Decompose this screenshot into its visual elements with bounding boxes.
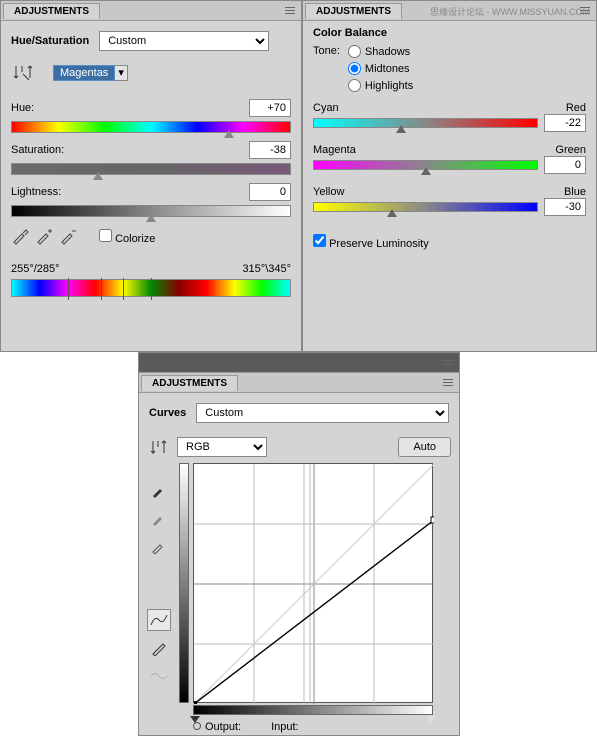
panel-menu-icon[interactable] [283, 5, 297, 17]
cyan-red-slider[interactable] [313, 118, 538, 128]
lightness-slider[interactable] [11, 205, 291, 217]
eyedropper-plus-icon[interactable] [35, 227, 55, 247]
tone-label: Tone: [313, 45, 340, 57]
edit-dropdown[interactable]: Magentas [53, 65, 115, 81]
hs-tab-bar: ADJUSTMENTS [1, 1, 301, 21]
magenta-label: Magenta [313, 144, 356, 156]
eyedropper-icon[interactable] [11, 227, 31, 247]
cyan-red-input[interactable] [544, 114, 586, 132]
hs-preset-select[interactable]: Custom [99, 31, 269, 51]
input-gradient [193, 705, 433, 715]
range-left: 255°/285° [11, 263, 60, 275]
channel-select[interactable]: RGB [177, 437, 267, 457]
curves-panel: ADJUSTMENTS Curves Custom RGB Auto [138, 352, 460, 736]
saturation-input[interactable] [249, 141, 291, 159]
saturation-slider[interactable] [11, 163, 291, 175]
magenta-green-thumb[interactable] [421, 167, 431, 175]
eyedropper-white-icon[interactable] [147, 535, 171, 557]
red-label: Red [566, 102, 586, 114]
white-point-handle[interactable] [426, 716, 436, 723]
yellow-blue-input[interactable] [544, 198, 586, 216]
output-dot-icon [193, 722, 201, 730]
hue-range-strip[interactable] [11, 279, 291, 297]
curve-smooth-icon [147, 665, 171, 687]
black-point-handle[interactable] [190, 716, 200, 723]
hue-thumb[interactable] [224, 130, 234, 138]
cv-preset-select[interactable]: Custom [196, 403, 449, 423]
curve-point-tool-icon[interactable] [147, 609, 171, 631]
hs-title: Hue/Saturation [11, 35, 89, 47]
watermark-text: 思缘设计论坛 - WWW.MISSYUAN.COM [430, 5, 590, 18]
tone-shadows-radio[interactable]: Shadows [348, 45, 413, 58]
cb-title: Color Balance [313, 27, 586, 39]
blue-label: Blue [564, 186, 586, 198]
output-label: Output: [205, 721, 241, 733]
cv-dark-bar [139, 353, 459, 373]
color-balance-panel: ADJUSTMENTS 思缘设计论坛 - WWW.MISSYUAN.COM Co… [302, 0, 597, 352]
yellow-blue-thumb[interactable] [387, 209, 397, 217]
tone-midtones-radio[interactable]: Midtones [348, 62, 413, 75]
curve-pencil-tool-icon[interactable] [147, 637, 171, 659]
preserve-luminosity-checkbox[interactable]: Preserve Luminosity [313, 238, 429, 250]
eyedropper-minus-icon[interactable] [59, 227, 79, 247]
yellow-blue-slider[interactable] [313, 202, 538, 212]
cv-title: Curves [149, 407, 186, 419]
green-label: Green [555, 144, 586, 156]
yellow-label: Yellow [313, 186, 344, 198]
lightness-input[interactable] [249, 183, 291, 201]
hue-saturation-panel: ADJUSTMENTS Hue/Saturation Custom Magent… [0, 0, 302, 352]
adjustments-tab[interactable]: ADJUSTMENTS [3, 3, 100, 19]
adjustments-tab[interactable]: ADJUSTMENTS [141, 375, 238, 391]
cv-tab-bar: ADJUSTMENTS [139, 373, 459, 393]
adjustments-tab[interactable]: ADJUSTMENTS [305, 3, 402, 19]
eyedropper-gray-icon[interactable] [147, 507, 171, 529]
targeted-adjust-icon[interactable] [147, 437, 171, 459]
auto-button[interactable]: Auto [398, 437, 451, 457]
targeted-adjust-icon[interactable] [11, 61, 35, 85]
output-gradient [179, 463, 189, 703]
hue-label: Hue: [11, 102, 34, 114]
magenta-green-input[interactable] [544, 156, 586, 174]
range-right: 315°\345° [242, 263, 291, 275]
panel-menu-icon[interactable] [441, 377, 455, 389]
eyedropper-black-icon[interactable] [147, 479, 171, 501]
colorize-checkbox[interactable]: Colorize [99, 229, 155, 245]
lightness-thumb[interactable] [146, 214, 156, 222]
hue-input[interactable] [249, 99, 291, 117]
saturation-label: Saturation: [11, 144, 64, 156]
chevron-down-icon[interactable]: ▾ [115, 65, 128, 81]
magenta-green-slider[interactable] [313, 160, 538, 170]
curves-graph[interactable] [193, 463, 433, 703]
cyan-red-thumb[interactable] [396, 125, 406, 133]
cyan-label: Cyan [313, 102, 339, 114]
input-label: Input: [271, 721, 299, 733]
hue-slider[interactable] [11, 121, 291, 133]
panel-close-icon[interactable] [441, 357, 455, 369]
lightness-label: Lightness: [11, 186, 61, 198]
tone-highlights-radio[interactable]: Highlights [348, 79, 413, 92]
saturation-thumb[interactable] [93, 172, 103, 180]
